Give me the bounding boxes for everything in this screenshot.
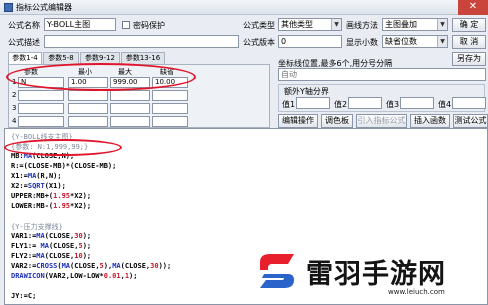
watermark-url: www.leiuch.com <box>388 288 445 296</box>
param-min-cell[interactable] <box>68 116 108 127</box>
y-axis-value1-field[interactable] <box>296 97 330 109</box>
y-axis-value1-label: 值1 <box>282 100 296 109</box>
draw-method-label: 画线方法 <box>346 21 378 30</box>
decimals-select[interactable]: 缺省位数 ▼ <box>382 35 448 48</box>
code-line: UPPER:MB+(1.95*X2); <box>11 192 92 200</box>
param-header-max: 最大 <box>118 68 132 76</box>
param-name-cell[interactable] <box>18 90 64 101</box>
code-line: DRAWICON(VAR2,LOW-LOW*0.01,1); <box>11 272 138 280</box>
watermark-brand: 雷羽手游网 <box>306 259 446 290</box>
param-header-default: 缺省 <box>160 68 174 76</box>
formula-name-label: 公式名称 <box>8 21 40 30</box>
brand-logo-icon <box>260 254 294 288</box>
y-axis-value2-field[interactable] <box>348 97 382 109</box>
formula-type-label: 公式类型 <box>243 21 275 30</box>
param-row-number: 1 <box>12 78 17 86</box>
formula-desc-label: 公式描述 <box>8 38 40 47</box>
param-row-number: 4 <box>12 117 17 125</box>
param-max-cell[interactable]: 999.00 <box>110 77 150 88</box>
param-max-cell[interactable] <box>110 90 150 101</box>
tab-params-5-8[interactable]: 参数5-8 <box>43 52 79 64</box>
formula-type-select[interactable]: 其他类型 ▼ <box>278 18 342 31</box>
code-line: R:=(CLOSE-MB)*(CLOSE-MB); <box>11 162 117 170</box>
code-line: JY:=C; <box>11 292 37 300</box>
code-line: VAR2:=CROSS(MA(CLOSE,5),MA(CLOSE,30)); <box>11 262 172 270</box>
code-line: FLY1:= MA(CLOSE,5); <box>11 242 92 250</box>
test-formula-button[interactable]: 测试公式 <box>453 114 488 128</box>
param-header-min: 最小 <box>78 68 92 76</box>
edit-ops-button[interactable]: 编辑操作 <box>278 114 318 128</box>
code-line: {参数: N:1,999,99;} <box>11 143 89 151</box>
palette-button[interactable]: 调色板 <box>321 114 353 128</box>
draw-method-value: 主图叠加 <box>385 20 417 29</box>
password-checkbox[interactable] <box>122 21 130 29</box>
formula-desc-field[interactable] <box>44 35 239 48</box>
tab-params-13-16[interactable]: 参数13-16 <box>121 52 165 64</box>
formula-name-field[interactable]: Y-BOLL主图 <box>44 18 116 31</box>
y-axis-value3-field[interactable] <box>400 97 434 109</box>
insert-function-button[interactable]: 插入函数 <box>410 114 450 128</box>
param-row-number: 3 <box>12 104 17 112</box>
param-name-cell[interactable] <box>18 103 64 114</box>
param-row-number: 2 <box>12 91 17 99</box>
app-icon <box>4 3 13 12</box>
window-title: 指标公式编辑器 <box>16 3 72 12</box>
draw-method-select[interactable]: 主图叠加 ▼ <box>382 18 448 31</box>
chevron-down-icon: ▼ <box>437 19 447 30</box>
extra-y-axis-label: 额外Y轴分界 <box>284 87 329 96</box>
save-as-button[interactable]: 另存为 <box>452 52 486 66</box>
code-line: VAR1:=MA(CLOSE,30); <box>11 232 92 240</box>
ok-button[interactable]: 确 定 <box>452 18 486 32</box>
axis-line-field[interactable]: 自动 <box>278 68 486 81</box>
password-label: 密码保护 <box>133 21 165 30</box>
code-line: {Y-压力支撑线} <box>11 223 63 231</box>
y-axis-value3-label: 值3 <box>386 100 400 109</box>
formula-version-label: 公式版本 <box>243 38 275 47</box>
y-axis-value4-field[interactable] <box>452 97 486 109</box>
param-name-cell[interactable]: N <box>18 77 64 88</box>
decimals-value: 缺省位数 <box>385 37 417 46</box>
param-default-cell[interactable] <box>152 103 188 114</box>
tab-params-9-12[interactable]: 参数9-12 <box>80 52 120 64</box>
watermark: 雷羽手游网 www.leiuch.com <box>250 244 488 305</box>
param-default-cell[interactable]: 10.00 <box>152 77 188 88</box>
code-line: {Y-BOLL线支主图} <box>11 133 73 141</box>
param-header-name: 参数 <box>24 68 38 76</box>
decimals-label: 显示小数 <box>346 38 378 47</box>
param-name-cell[interactable] <box>18 116 64 127</box>
param-min-cell[interactable] <box>68 103 108 114</box>
code-line: MB:MA(CLOSE,N); <box>11 152 75 160</box>
param-max-cell[interactable] <box>110 103 150 114</box>
code-line: FLY2:=MA(CLOSE,10); <box>11 252 92 260</box>
formula-type-value: 其他类型 <box>281 20 313 29</box>
formula-editor-window: 指标公式编辑器 ✕ 公式名称 Y-BOLL主图 密码保护 公式类型 其他类型 ▼… <box>0 0 488 305</box>
code-line: X2:=SQRT(X1); <box>11 182 66 190</box>
chevron-down-icon: ▼ <box>331 19 341 30</box>
cancel-button[interactable]: 取 消 <box>452 35 486 49</box>
param-max-cell[interactable] <box>110 116 150 127</box>
code-line: LOWER:MB-(1.95*X2); <box>11 202 92 210</box>
param-default-cell[interactable] <box>152 116 188 127</box>
close-button[interactable]: ✕ <box>458 0 488 15</box>
chevron-down-icon: ▼ <box>437 36 447 47</box>
param-min-cell[interactable] <box>68 90 108 101</box>
code-line: X1:=MA(R,N); <box>11 172 62 180</box>
param-min-cell[interactable]: 1.00 <box>68 77 108 88</box>
param-default-cell[interactable] <box>152 90 188 101</box>
formula-version-field[interactable]: 0 <box>278 35 342 48</box>
title-bar[interactable]: 指标公式编辑器 ✕ <box>0 0 488 15</box>
import-formula-button[interactable]: 引入指标公式 <box>356 114 407 128</box>
y-axis-value2-label: 值2 <box>334 100 348 109</box>
y-axis-value4-label: 值4 <box>438 100 452 109</box>
